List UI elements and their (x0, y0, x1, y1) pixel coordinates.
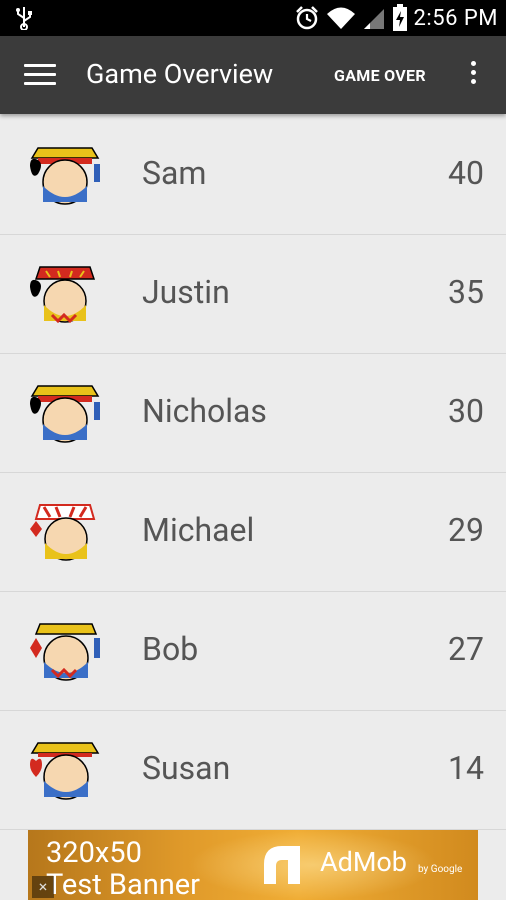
player-row[interactable]: Justin 35 (0, 235, 506, 354)
ad-size-label: 320x50 (46, 836, 142, 870)
game-over-button[interactable]: GAME OVER (334, 66, 426, 85)
jack-card-icon (30, 266, 96, 324)
jack-card-icon (30, 504, 96, 561)
battery-charging-icon (392, 4, 407, 31)
app-bar: Game Overview GAME OVER (0, 36, 506, 114)
ad-brand: AdMob (320, 846, 407, 878)
player-row[interactable]: Susan 14 (0, 711, 506, 830)
ad-banner-label: Test Banner (46, 868, 201, 900)
player-score: 30 (448, 392, 484, 430)
king-card-icon (30, 623, 100, 681)
player-name: Bob (142, 630, 199, 668)
admob-logo-icon (264, 846, 300, 884)
player-name: Susan (142, 749, 231, 787)
page-title: Game Overview (86, 58, 274, 90)
player-score: 14 (448, 749, 484, 787)
ad-by-google: by Google (418, 864, 463, 875)
clock: 2:56 PM (413, 5, 498, 31)
player-row[interactable]: Bob 27 (0, 592, 506, 711)
player-name: Michael (142, 511, 255, 549)
king-card-icon (30, 385, 100, 443)
player-row[interactable]: Sam 40 (0, 116, 506, 235)
king-card-icon (30, 742, 100, 800)
menu-icon[interactable] (20, 60, 60, 90)
player-name: Justin (142, 273, 230, 311)
king-card-icon (30, 147, 100, 205)
player-list: Sam 40 Justin 35 Nicholas 30 Michael 29 … (0, 116, 506, 830)
overflow-menu-icon[interactable] (462, 58, 484, 92)
alarm-icon (295, 6, 318, 30)
player-score: 35 (448, 273, 484, 311)
player-row[interactable]: Nicholas 30 (0, 354, 506, 473)
player-score: 27 (448, 630, 484, 668)
wifi-icon (326, 7, 355, 29)
player-row[interactable]: Michael 29 (0, 473, 506, 592)
ad-banner[interactable]: 320x50 Test Banner × AdMob by Google (28, 830, 478, 900)
usb-icon (16, 7, 32, 30)
signal-icon (363, 9, 384, 29)
player-name: Nicholas (142, 392, 267, 430)
player-score: 29 (448, 511, 484, 549)
player-name: Sam (142, 154, 207, 192)
status-bar: 2:56 PM (0, 0, 506, 36)
ad-close-icon[interactable]: × (32, 876, 54, 898)
player-score: 40 (448, 154, 484, 192)
